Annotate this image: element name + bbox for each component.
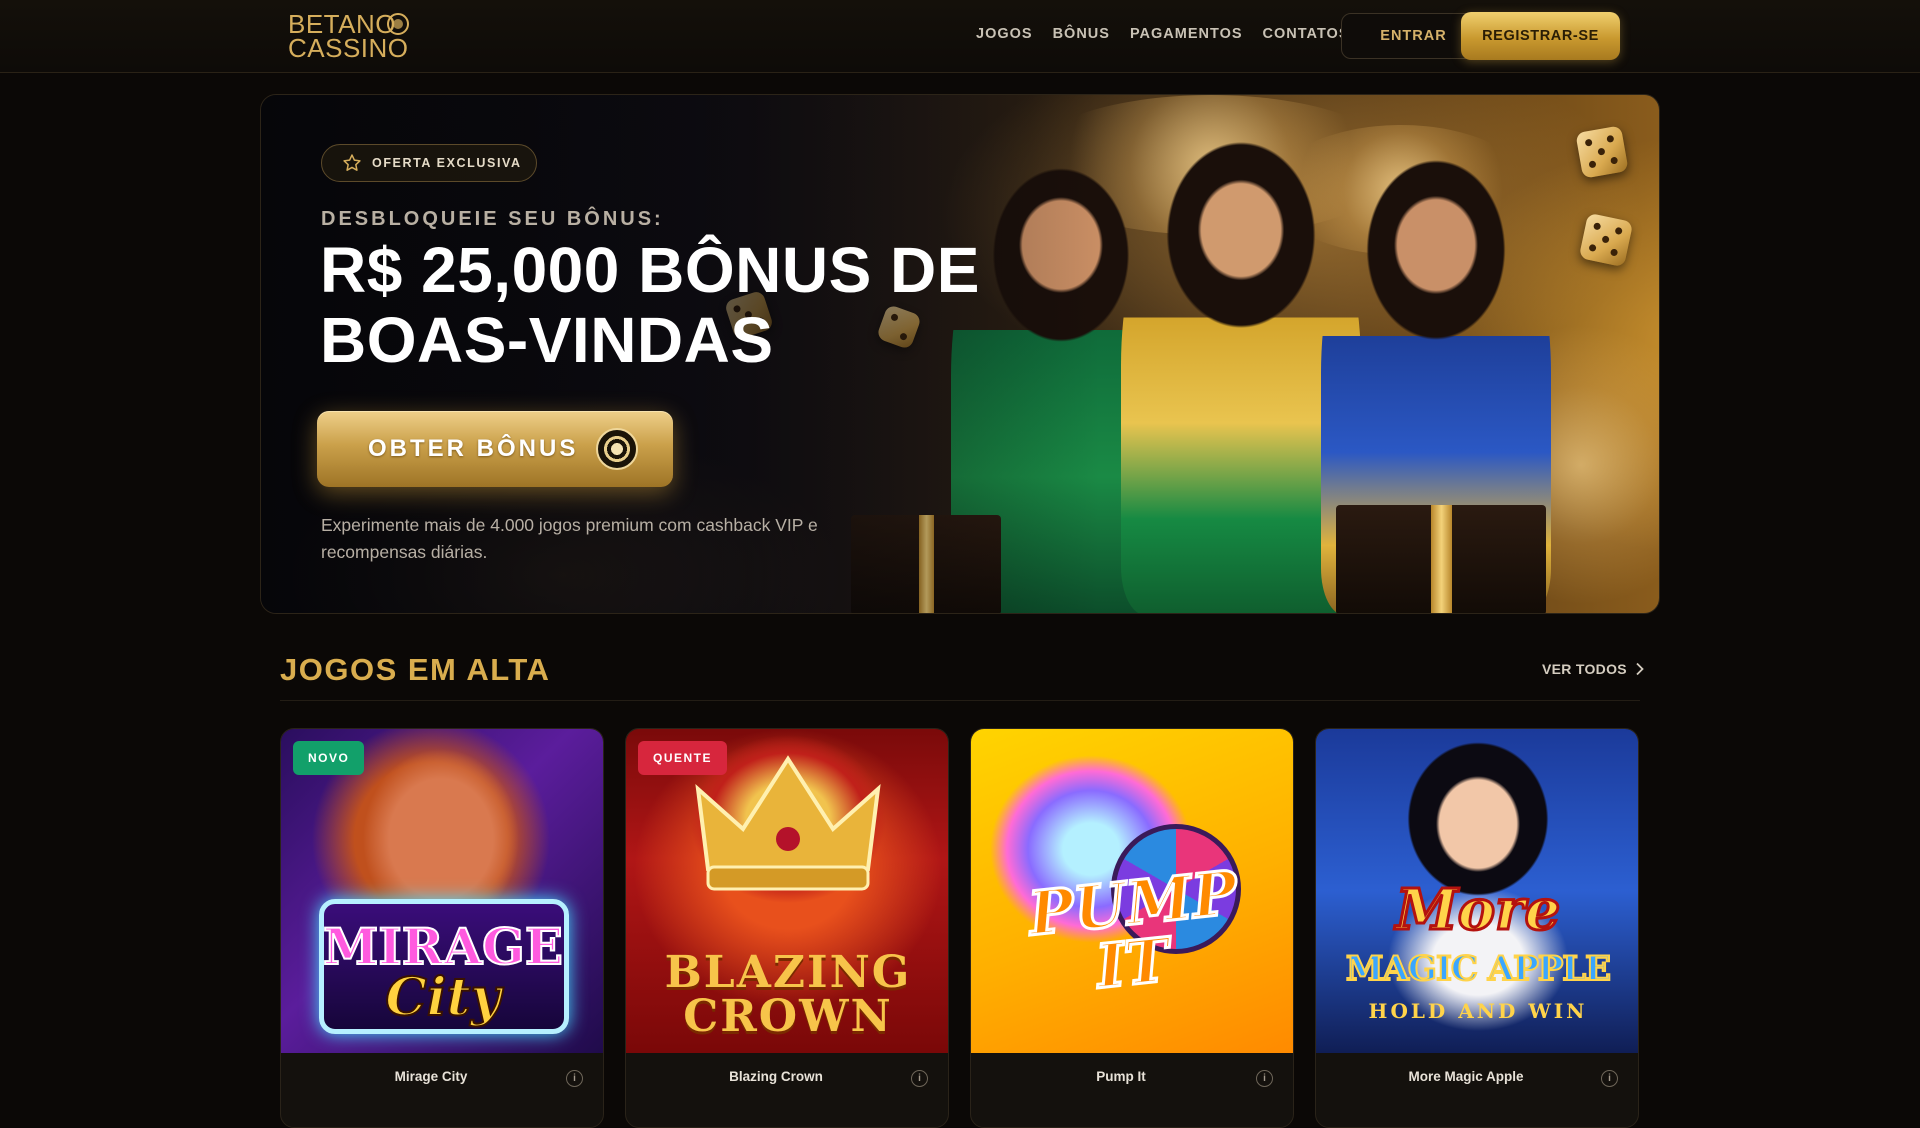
- hero-title-line-2: BOAS-VINDAS: [320, 304, 774, 376]
- hero-description: Experimente mais de 4.000 jogos premium …: [321, 515, 818, 562]
- hero-banner: OFERTA EXCLUSIVA DESBLOQUEIE SEU BÔNUS: …: [260, 94, 1660, 614]
- tag-new-badge: NOVO: [293, 741, 365, 775]
- game-thumbnail: BLAZING CROWN: [626, 729, 948, 1053]
- art-title-line-2: City: [384, 966, 501, 1029]
- hero-title-line-1: R$ 25,000 BÔNUS DE: [320, 234, 980, 306]
- info-icon[interactable]: i: [566, 1070, 583, 1087]
- game-card[interactable]: PUMP IT Pump It i: [970, 728, 1294, 1128]
- info-icon[interactable]: i: [1256, 1070, 1273, 1087]
- badge-label: OFERTA EXCLUSIVA: [372, 156, 522, 170]
- get-bonus-label: OBTER BÔNUS: [368, 435, 579, 462]
- logo-line-2: CASSINO: [288, 33, 409, 63]
- nav-item-contatos[interactable]: CONTATOS: [1263, 26, 1350, 42]
- see-all-label: VER TODOS: [1542, 661, 1627, 677]
- hero-title: R$ 25,000 BÔNUS DE BOAS-VINDAS: [320, 235, 1020, 375]
- hero-kicker: DESBLOQUEIE SEU BÔNUS:: [321, 208, 664, 230]
- nav-item-pagamentos[interactable]: PAGAMENTOS: [1130, 26, 1243, 42]
- info-icon[interactable]: i: [1601, 1070, 1618, 1087]
- section-title: JOGOS EM ALTA: [280, 652, 551, 687]
- game-thumbnail: More MAGIC APPLE HOLD AND WIN: [1316, 729, 1638, 1053]
- game-card[interactable]: MIRAGE City NOVO Mirage City i: [280, 728, 604, 1128]
- see-all-link[interactable]: VER TODOS: [1542, 661, 1645, 677]
- art-title-line-2: CROWN: [683, 991, 893, 1042]
- site-header: BETANO CASSINO JOGOS BÔNUS PAGAMENTOS CO…: [0, 0, 1920, 73]
- chevron-right-icon: [1636, 662, 1644, 676]
- main-nav: JOGOS BÔNUS PAGAMENTOS CONTATOS: [976, 26, 1370, 42]
- brand-logo[interactable]: BETANO CASSINO: [288, 11, 412, 63]
- logo-ring-icon: [387, 13, 409, 35]
- nav-item-jogos[interactable]: JOGOS: [976, 26, 1033, 42]
- tag-hot-badge: QUENTE: [638, 741, 728, 775]
- game-name: Pump It: [1096, 1069, 1146, 1084]
- game-thumbnail: MIRAGE City: [281, 729, 603, 1053]
- game-name: Blazing Crown: [729, 1069, 823, 1084]
- game-thumbnail: PUMP IT: [971, 729, 1293, 1053]
- game-name: More Magic Apple: [1408, 1069, 1524, 1084]
- game-name: Mirage City: [394, 1069, 468, 1084]
- casino-chip-icon: [596, 428, 639, 470]
- art-title-line-3: HOLD AND WIN: [1368, 999, 1588, 1023]
- exclusive-offer-badge: OFERTA EXCLUSIVA: [321, 144, 537, 182]
- art-title-line-2: MAGIC APPLE: [1345, 948, 1612, 990]
- section-divider: [280, 700, 1640, 701]
- art-title-line-1: More: [1394, 876, 1561, 945]
- info-icon[interactable]: i: [911, 1070, 928, 1087]
- nav-item-bonus[interactable]: BÔNUS: [1053, 26, 1110, 42]
- game-card[interactable]: More MAGIC APPLE HOLD AND WIN More Magic…: [1315, 728, 1639, 1128]
- get-bonus-button[interactable]: OBTER BÔNUS: [317, 411, 673, 487]
- register-button[interactable]: REGISTRAR-SE: [1461, 12, 1620, 60]
- game-card[interactable]: BLAZING CROWN QUENTE Blazing Crown i: [625, 728, 949, 1128]
- star-icon: [343, 154, 361, 171]
